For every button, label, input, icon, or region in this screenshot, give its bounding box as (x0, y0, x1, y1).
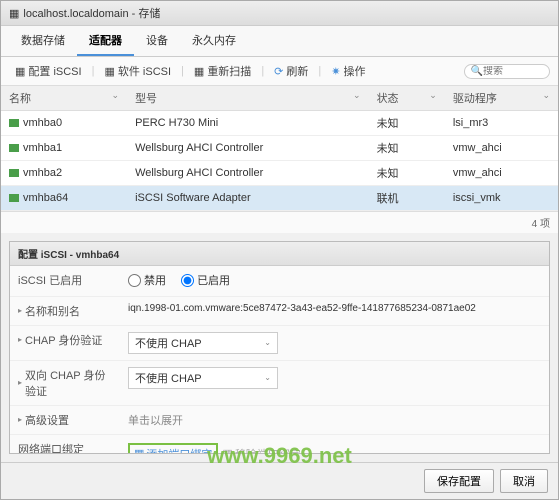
mutual-chap-label[interactable]: ▸双向 CHAP 身份验证 (10, 365, 120, 401)
table-row[interactable]: vmhba64iSCSI Software Adapter联机iscsi_vmk (1, 186, 558, 211)
remove-port-binding-button: ▦移除端口绑定 (222, 446, 300, 455)
chevron-right-icon: ▸ (18, 415, 22, 424)
footer: 保存配置 取消 (1, 462, 558, 499)
detail-title: 配置 iSCSI - vmhba64 (10, 242, 549, 266)
save-button[interactable]: 保存配置 (424, 469, 494, 493)
search-box[interactable]: 🔍 (464, 64, 550, 79)
chevron-right-icon: ▸ (18, 306, 22, 315)
row-count: 4 项 (1, 211, 558, 233)
disk-icon: ▦ (15, 65, 25, 78)
chap-label[interactable]: ▸CHAP 身份验证 (10, 330, 120, 350)
table-row[interactable]: vmhba2Wellsburg AHCI Controller未知vmw_ahc… (1, 161, 558, 186)
col-model[interactable]: 型号⌄ (127, 86, 369, 111)
table-row[interactable]: vmhba1Wellsburg AHCI Controller未知vmw_ahc… (1, 136, 558, 161)
adapter-icon (9, 169, 19, 177)
software-iscsi-button[interactable]: ▦软件 iSCSI (98, 61, 177, 81)
tab-devices[interactable]: 设备 (134, 26, 180, 56)
window-title: localhost.localdomain - 存储 (23, 5, 160, 21)
tab-datastore[interactable]: 数据存储 (9, 26, 77, 56)
adapter-icon (9, 194, 19, 202)
col-driver[interactable]: 驱动程序⌄ (445, 86, 558, 111)
chevron-right-icon: ▸ (18, 378, 22, 387)
configure-iscsi-button[interactable]: ▦配置 iSCSI (9, 61, 88, 81)
add-port-binding-button[interactable]: ▦添加端口绑定 (128, 443, 218, 455)
remove-icon: ▦ (222, 447, 232, 454)
add-icon: ▦ (134, 447, 144, 454)
cancel-button[interactable]: 取消 (500, 469, 548, 493)
tab-adapters[interactable]: 适配器 (77, 26, 134, 56)
col-status[interactable]: 状态⌄ (369, 86, 445, 111)
refresh-icon: ⟳ (274, 65, 283, 78)
search-input[interactable] (483, 66, 543, 77)
enabled-radio[interactable]: 已启用 (181, 272, 230, 288)
name-alias-label[interactable]: ▸名称和别名 (10, 301, 120, 321)
advanced-hint[interactable]: 单击以展开 (120, 410, 549, 430)
iqn-value: iqn.1998-01.com.vmware:5ce87472-3a43-ea5… (120, 301, 549, 316)
main-tabs: 数据存储 适配器 设备 永久内存 (1, 26, 558, 57)
adapter-icon (9, 119, 19, 127)
chap-select[interactable]: 不使用 CHAP⌄ (128, 332, 278, 354)
iscsi-enabled-label: iSCSI 已启用 (10, 270, 120, 290)
title-bar: ▦ localhost.localdomain - 存储 (1, 1, 558, 26)
advanced-label[interactable]: ▸高级设置 (10, 410, 120, 430)
tab-pmem[interactable]: 永久内存 (180, 26, 248, 56)
table-row[interactable]: vmhba0PERC H730 Mini未知lsi_mr3 (1, 111, 558, 136)
mutual-chap-select[interactable]: 不使用 CHAP⌄ (128, 367, 278, 389)
chevron-down-icon: ⌄ (264, 373, 271, 382)
search-icon: 🔍 (471, 66, 483, 77)
adapter-icon (9, 144, 19, 152)
refresh-button[interactable]: ⟳刷新 (268, 61, 314, 81)
window-icon: ▦ (9, 7, 19, 20)
rescan-button[interactable]: ▦重新扫描 (188, 61, 257, 81)
col-name[interactable]: 名称⌄ (1, 86, 127, 111)
adapter-table: 名称⌄ 型号⌄ 状态⌄ 驱动程序⌄ vmhba0PERC H730 Mini未知… (1, 86, 558, 211)
chevron-right-icon: ▸ (18, 335, 22, 344)
port-binding-label: 网络端口绑定 (10, 439, 120, 455)
toolbar: ▦配置 iSCSI | ▦软件 iSCSI | ▦重新扫描 | ⟳刷新 | ✷操… (1, 57, 558, 86)
disabled-radio[interactable]: 禁用 (128, 272, 166, 288)
gear-icon: ✷ (331, 65, 340, 78)
disk-icon: ▦ (104, 65, 114, 78)
actions-button[interactable]: ✷操作 (325, 61, 371, 81)
chevron-down-icon: ⌄ (264, 338, 271, 347)
detail-panel: 配置 iSCSI - vmhba64 iSCSI 已启用 禁用 已启用 ▸名称和… (9, 241, 550, 454)
rescan-icon: ▦ (194, 65, 204, 78)
